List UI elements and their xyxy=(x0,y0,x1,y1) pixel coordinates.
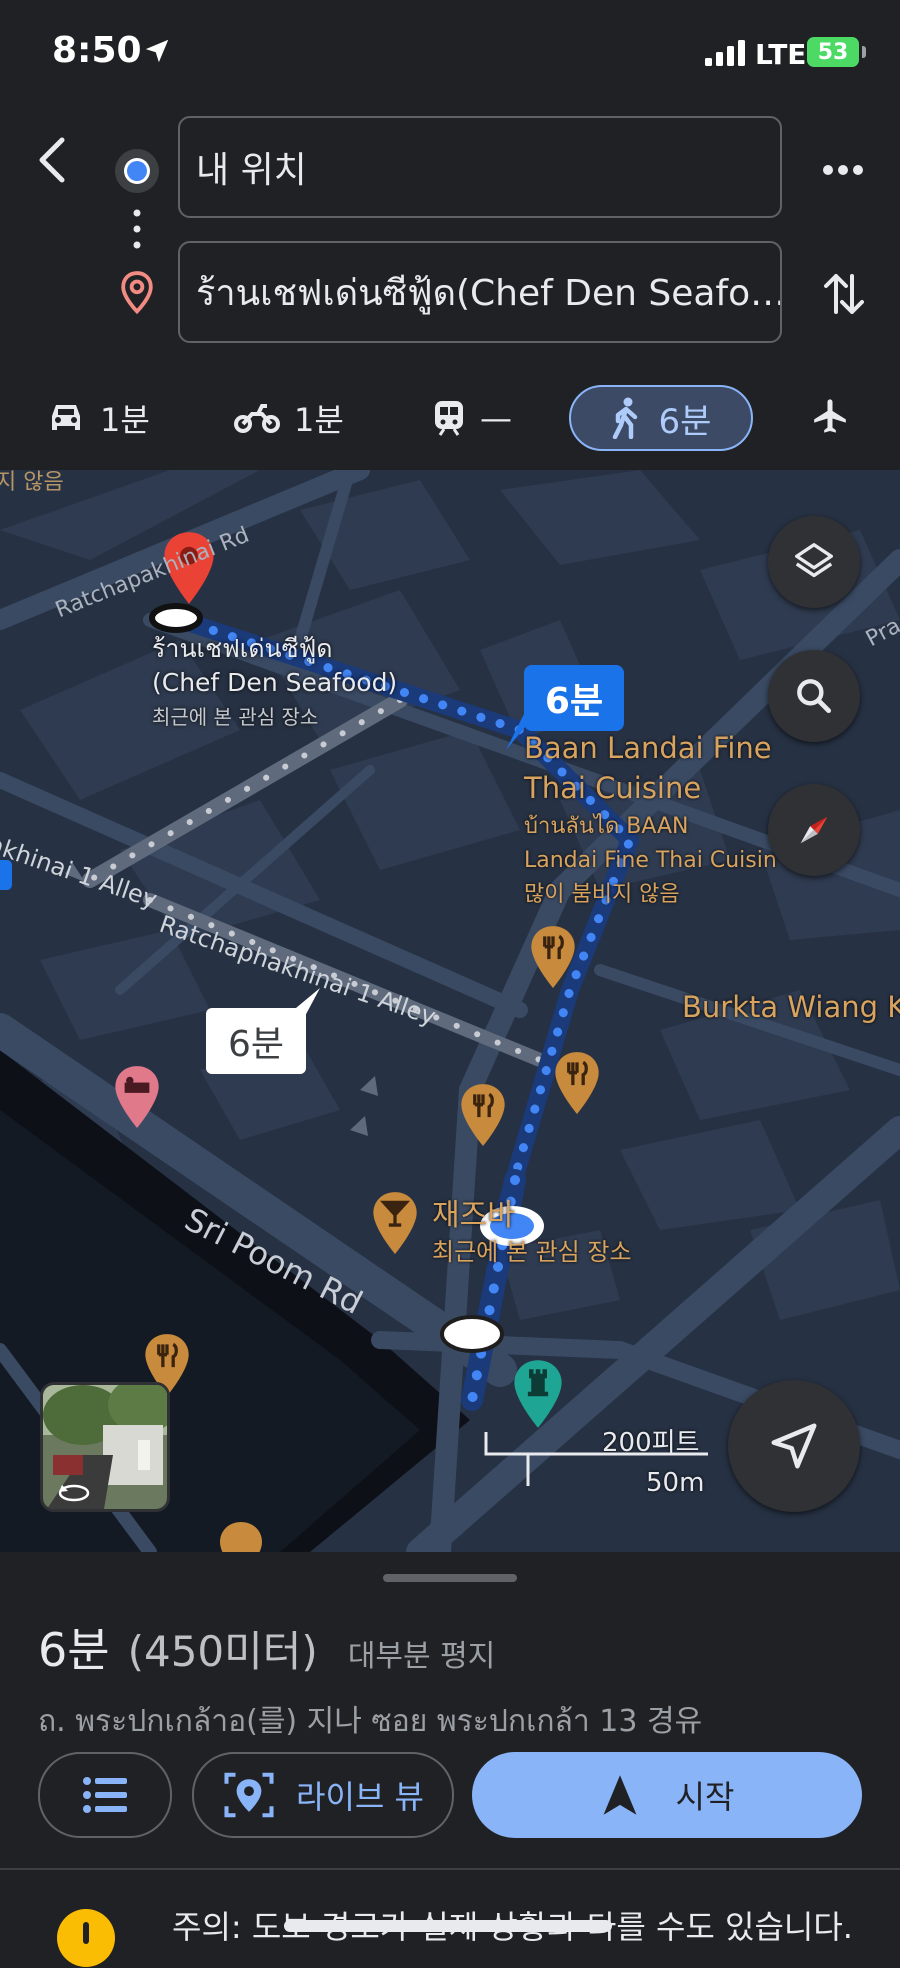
network-type: LTE xyxy=(755,38,807,71)
layers-icon xyxy=(795,543,833,578)
list-icon xyxy=(83,1777,127,1813)
origin-field[interactable]: 내 위치 xyxy=(178,116,782,218)
map-label-top-left: 지 않음 xyxy=(0,470,64,495)
route-dots-icon xyxy=(133,209,141,249)
back-arrow-icon[interactable] xyxy=(30,132,74,188)
navigation-arrow-icon xyxy=(771,1423,817,1469)
hotel-pin-icon[interactable] xyxy=(112,1064,162,1130)
motorcycle-icon xyxy=(234,404,280,433)
poi-baan-line4: Landai Fine Thai Cuisin xyxy=(524,848,777,873)
mode-motorcycle-label: 1분 xyxy=(294,401,344,439)
location-arrow-icon xyxy=(145,39,169,63)
compass-button[interactable] xyxy=(768,784,860,876)
live-view-icon xyxy=(224,1772,274,1818)
origin-dot-icon xyxy=(115,149,159,193)
mode-car-label: 1분 xyxy=(100,401,150,439)
restaurant-pin-icon[interactable] xyxy=(528,924,578,990)
poi-baan-landai[interactable]: Baan Landai Fine Thai Cuisine xyxy=(524,728,772,808)
battery-tip xyxy=(862,46,866,58)
scale-meters: 50m xyxy=(646,1468,705,1498)
mode-walk-label: 6분 xyxy=(658,401,712,442)
warning-icon xyxy=(57,1909,115,1967)
poi-jazz-note: 최근에 본 관심 장소 xyxy=(432,1238,632,1266)
sheet-divider xyxy=(0,1868,900,1870)
alt-route-bubble-tail xyxy=(284,988,320,1018)
train-icon xyxy=(435,401,463,436)
car-icon xyxy=(52,405,80,430)
destination-english-name: (Chef Den Seafood) xyxy=(152,668,398,697)
search-along-route-button[interactable] xyxy=(768,650,860,742)
restaurant-pin-icon[interactable] xyxy=(552,1050,602,1116)
route-duration: 6분 xyxy=(38,1623,110,1677)
mode-walk[interactable]: 6분 xyxy=(569,385,753,451)
mode-motorcycle[interactable]: 1분 xyxy=(234,385,344,451)
walk-icon xyxy=(612,397,637,439)
start-label: 시작 xyxy=(675,1778,735,1816)
poi-baan-line3: บ้านลันได BAAN xyxy=(524,814,689,839)
poi-baan-line2: Thai Cuisine xyxy=(524,771,702,805)
layers-button[interactable] xyxy=(768,516,860,608)
route-time-bubble[interactable]: 6분 xyxy=(524,665,624,731)
navigation-start-icon xyxy=(603,1775,636,1815)
poi-baan-line1: Baan Landai Fine xyxy=(524,731,772,765)
poi-baan-landai-details: บ้านลันได BAAN Landai Fine Thai Cuisin 많… xyxy=(524,810,777,912)
map-view[interactable]: 지 않음 Ratchapakhinai Rd akhinai 1 Alley R… xyxy=(0,470,900,1552)
steps-button[interactable] xyxy=(38,1752,172,1838)
my-location-button[interactable] xyxy=(728,1380,860,1512)
route-via: ถ. พระปกเกล้าอ(를) 지나 ซอย พระปกเกล้า 13 경… xyxy=(38,1704,703,1739)
battery-icon: 53 xyxy=(807,37,859,67)
live-view-label: 라이브 뷰 xyxy=(296,1778,424,1816)
route-time-bubble-label: 6분 xyxy=(544,681,604,722)
signal-icon xyxy=(705,40,745,66)
restaurant-pin-icon[interactable] xyxy=(216,1520,266,1552)
start-button[interactable]: 시작 xyxy=(472,1752,862,1838)
compass-icon xyxy=(800,816,828,844)
more-options-icon[interactable] xyxy=(820,150,866,190)
street-view-thumbnail[interactable] xyxy=(40,1382,170,1512)
sheet-drag-handle[interactable] xyxy=(383,1574,517,1582)
destination-pin-icon xyxy=(121,271,153,315)
edge-badge xyxy=(0,860,12,890)
destination-note: 최근에 본 관심 장소 xyxy=(152,705,319,729)
search-icon xyxy=(797,679,832,714)
mode-transit[interactable]: — xyxy=(432,385,512,451)
home-indicator xyxy=(284,1920,612,1932)
live-view-button[interactable]: 라이브 뷰 xyxy=(192,1752,454,1838)
destination-map-label[interactable]: ร้านเชฟเด่นซีฟู้ด (Chef Den Seafood) 최근에… xyxy=(152,632,397,734)
destination-field[interactable]: ร้านเชฟเด่นซีฟู้ด(Chef Den Seafo… xyxy=(178,241,782,343)
bar-pin-icon[interactable] xyxy=(370,1190,420,1256)
route-summary: 6분 (450미터) 대부분 평지 xyxy=(38,1614,495,1680)
landmark-pin-icon[interactable] xyxy=(510,1358,566,1430)
mode-transit-label: — xyxy=(480,399,512,437)
status-time: 8:50 xyxy=(52,30,142,71)
poi-jazz-bar[interactable]: 재즈바 xyxy=(432,1190,515,1234)
bottom-sheet: 6분 (450미터) 대부분 평지 ถ. พระปกเกล้าอ(를) 지나 ซ… xyxy=(0,1552,900,1967)
airplane-icon[interactable] xyxy=(810,396,850,436)
restaurant-pin-icon[interactable] xyxy=(458,1082,508,1148)
destination-thai-name: ร้านเชฟเด่นซีฟู้ด xyxy=(152,634,333,663)
poi-baan-line5: 많이 붐비지 않음 xyxy=(524,882,680,907)
poi-burkta-wiang[interactable]: Burkta Wiang K xyxy=(682,990,900,1024)
swap-icon[interactable] xyxy=(822,268,866,320)
rotate-360-icon xyxy=(58,1484,90,1502)
mode-car[interactable]: 1분 xyxy=(46,385,150,451)
alt-route-time-label: 6분 xyxy=(227,1024,285,1065)
route-distance: (450미터) xyxy=(127,1627,318,1676)
route-terrain: 대부분 평지 xyxy=(347,1639,496,1674)
